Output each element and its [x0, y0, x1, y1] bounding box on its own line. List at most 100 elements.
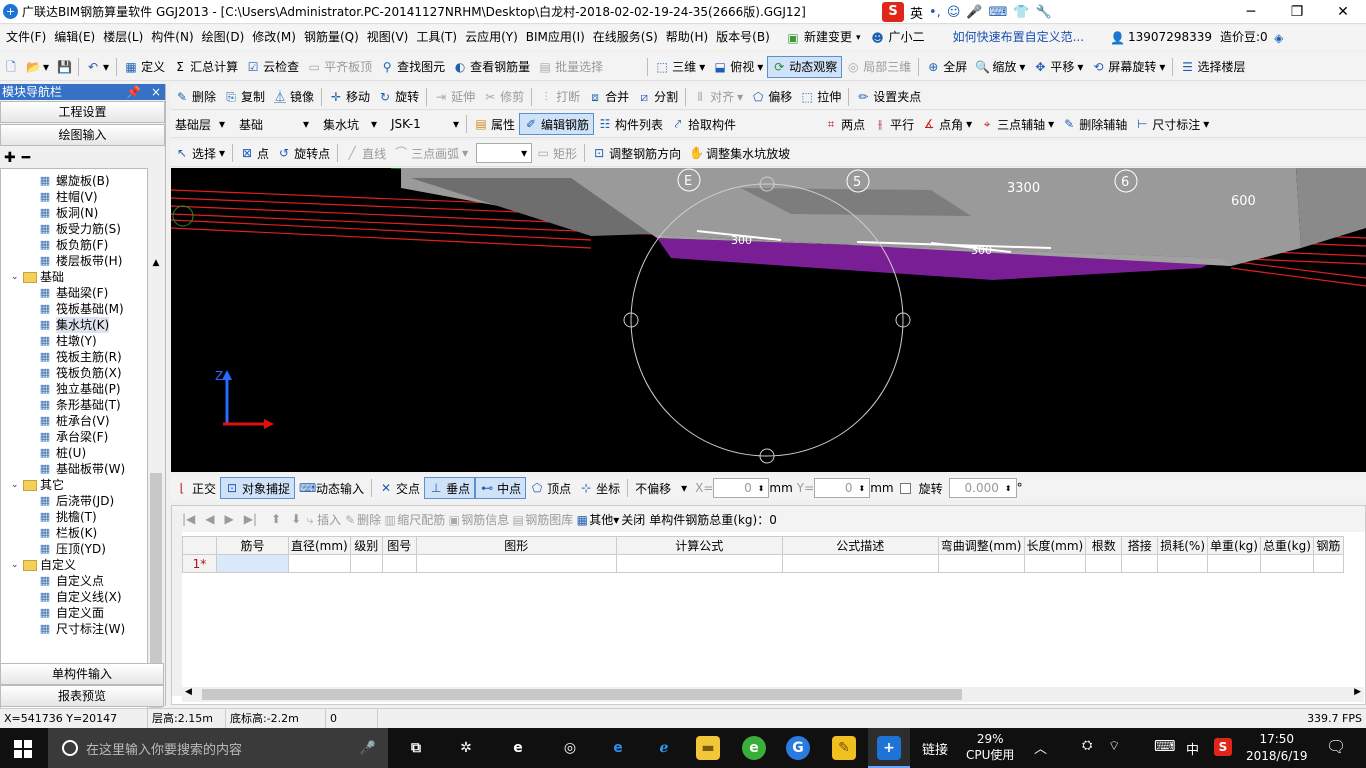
cloud-check-button[interactable]: ☑ 云检查 — [242, 56, 303, 78]
rotate-point-button[interactable]: ↺ 旋转点 — [273, 142, 334, 164]
dynamic-input-button[interactable]: ⌨ 动态输入 — [295, 477, 368, 499]
tree-item[interactable]: ▦ 基础板带(W) — [37, 461, 125, 477]
tree-item[interactable]: ▦ 自定义面 — [37, 605, 104, 621]
tree-item[interactable]: ▦ 柱墩(Y) — [37, 333, 97, 349]
stretch-button[interactable]: ⬚ 拉伸 — [796, 86, 845, 108]
last-icon[interactable]: ▶| — [244, 512, 257, 526]
menu-item[interactable]: 视图(V) — [363, 25, 413, 50]
tree-item[interactable]: ▦ 栏板(K) — [37, 525, 97, 541]
set-grip-button[interactable]: ✏ 设置夹点 — [852, 86, 925, 108]
skin-icon[interactable]: 👕 — [1013, 5, 1029, 20]
table-cell[interactable] — [781, 554, 939, 573]
flat-top-button[interactable]: ▭ 平齐板顶 — [303, 56, 376, 78]
point-button[interactable]: ⊠ 点 — [236, 142, 273, 164]
rotate-input[interactable]: 0.000 ⬍ — [948, 478, 1017, 498]
rotate-checkbox[interactable] — [899, 482, 911, 494]
split-button[interactable]: ⧄ 分割 — [633, 86, 682, 108]
report-preview-button[interactable]: 报表预览 — [0, 685, 164, 707]
column-header[interactable]: 图形 — [415, 536, 617, 555]
undo-button[interactable]: ↶ ▾ — [82, 56, 113, 78]
windows-start-icon[interactable] — [14, 740, 32, 758]
chevron-down-icon[interactable]: ⌄ — [11, 557, 20, 573]
vertex-snap-button[interactable]: ⬠ 顶点 — [526, 477, 575, 499]
sogou-icon[interactable]: S — [882, 2, 904, 22]
top-view-button[interactable]: ⬓ 俯视 ▾ — [709, 56, 767, 78]
table-cell[interactable] — [1085, 554, 1123, 573]
ortho-button[interactable]: ⌊ 正交 — [171, 477, 220, 499]
table-cell[interactable] — [1259, 554, 1314, 573]
fullscreen-button[interactable]: ⊕ 全屏 — [922, 56, 971, 78]
edge-browser-icon[interactable]: e — [606, 736, 630, 760]
category-select[interactable]: 基础 ▾ — [235, 114, 313, 134]
notepad-app-icon[interactable]: ✎ — [832, 736, 856, 760]
menu-item[interactable]: 版本号(B) — [712, 25, 774, 50]
collapse-all-icon[interactable]: ━ — [22, 150, 30, 166]
people-icon[interactable]: ⛭ — [1082, 738, 1092, 753]
extend-button[interactable]: ⇥ 延伸 — [430, 86, 479, 108]
object-snap-button[interactable]: ⊡ 对象捕捉 — [220, 477, 296, 499]
parallel-axis-button[interactable]: ⫲ 平行 — [869, 113, 918, 135]
task-view-icon[interactable]: ⧉ — [404, 736, 428, 760]
align-button[interactable]: ⫴ 对齐 ▾ — [689, 86, 747, 108]
column-header[interactable]: 弯曲调整(mm) — [937, 536, 1025, 555]
tree-item[interactable]: ⌄ 其它 — [11, 477, 64, 493]
tree-item[interactable]: ▦ 尺寸标注(W) — [37, 621, 125, 637]
ie-app-icon[interactable]: e — [506, 736, 530, 760]
table-hscrollbar[interactable]: ◀ ▶ — [182, 687, 1364, 702]
menu-item[interactable]: 在线服务(S) — [589, 25, 662, 50]
3d-viewport[interactable]: E 5 6 3300 600 300 300 Z — [171, 168, 1366, 472]
table-cell[interactable] — [1207, 554, 1261, 573]
keyboard-icon[interactable]: ⌨ — [989, 5, 1008, 20]
tree-item[interactable]: ▦ 压顶(YD) — [37, 541, 106, 557]
maximize-button[interactable]: ❐ — [1274, 0, 1320, 24]
offset-select[interactable]: 不偏移 ▾ — [631, 478, 691, 498]
column-header[interactable]: 直径(mm) — [288, 536, 351, 555]
tree-item[interactable]: ▦ 条形基础(T) — [37, 397, 121, 413]
column-header[interactable]: 搭接 — [1121, 536, 1159, 555]
local-3d-button[interactable]: ◎ 局部三维 — [842, 56, 915, 78]
mirror-button[interactable]: ⏅ 镜像 — [269, 86, 318, 108]
column-header[interactable]: 损耗(%) — [1157, 536, 1209, 555]
tree-item[interactable]: ▦ 板洞(N) — [37, 205, 99, 221]
tree-item[interactable]: ▦ 独立基础(P) — [37, 381, 121, 397]
move-up-icon[interactable]: ⬆ — [271, 512, 281, 526]
delete-row-button[interactable]: ✎ 删除 — [343, 511, 381, 528]
column-header[interactable]: 级别 — [349, 536, 383, 555]
menu-item[interactable]: 编辑(E) — [50, 25, 99, 50]
tree-item[interactable]: ▦ 螺旋板(B) — [37, 173, 110, 189]
component-tree[interactable]: ▦ 螺旋板(B) ▦ 柱帽(V) ▦ 板洞(N) ▦ 板受力筋(S) ▦ 板负筋(F) ▦ 楼层板带(… — [0, 168, 148, 723]
adjust-slope-button[interactable]: ✋ 调整集水坑放坡 — [685, 142, 794, 164]
viewport-canvas[interactable]: E 5 6 3300 600 300 300 Z — [171, 168, 1366, 472]
minimize-button[interactable]: ─ — [1228, 0, 1274, 24]
column-header[interactable]: 筋号 — [216, 536, 289, 555]
rebar-library-button[interactable]: ▤钢筋图库 — [511, 511, 574, 528]
tree-item[interactable]: ▦ 自定义点 — [37, 573, 104, 589]
open-file-button[interactable]: 📂 ▾ — [22, 56, 53, 78]
dimension-button[interactable]: ⊢ 尺寸标注 ▾ — [1131, 113, 1213, 135]
punct-icon[interactable]: •, — [929, 5, 941, 20]
perpendicular-snap-button[interactable]: ⊥ 垂点 — [424, 477, 476, 499]
y-input[interactable]: 0 ⬍ — [814, 478, 871, 498]
pick-component-button[interactable]: ⤤ 拾取构件 — [667, 113, 740, 135]
column-header[interactable]: 图号 — [381, 536, 417, 555]
tree-item[interactable]: ▦ 桩承台(V) — [37, 413, 110, 429]
floor-select[interactable]: 基础层 ▾ — [171, 114, 229, 134]
user-phone[interactable]: 13907298339 — [1124, 25, 1216, 50]
table-row[interactable]: 1* — [182, 554, 1344, 573]
rotate-screen-button[interactable]: ⟲ 屏幕旋转 ▾ — [1087, 56, 1169, 78]
x-input[interactable]: 0 ⬍ — [713, 478, 770, 498]
copy-button[interactable]: ⎘ 复制 — [220, 86, 269, 108]
table-cell[interactable] — [1023, 554, 1087, 573]
select-button[interactable]: ↖ 选择 ▾ — [171, 142, 229, 164]
midpoint-snap-button[interactable]: ⊷ 中点 — [475, 477, 527, 499]
pin-icon[interactable]: 📌 — [126, 85, 141, 99]
table-cell[interactable] — [1157, 554, 1209, 573]
tree-item[interactable]: ▦ 筏板基础(M) — [37, 301, 124, 317]
next-icon[interactable]: ▶ — [225, 512, 234, 526]
three-point-axis-button[interactable]: ⌖ 三点辅轴 ▾ — [976, 113, 1058, 135]
menu-item[interactable]: 帮助(H) — [662, 25, 712, 50]
type-select[interactable]: 集水坑 ▾ — [319, 114, 381, 134]
column-header[interactable]: 公式描述 — [781, 536, 939, 555]
tree-item[interactable]: ▦ 基础梁(F) — [37, 285, 108, 301]
break-button[interactable]: ⫶ 打断 — [535, 86, 584, 108]
